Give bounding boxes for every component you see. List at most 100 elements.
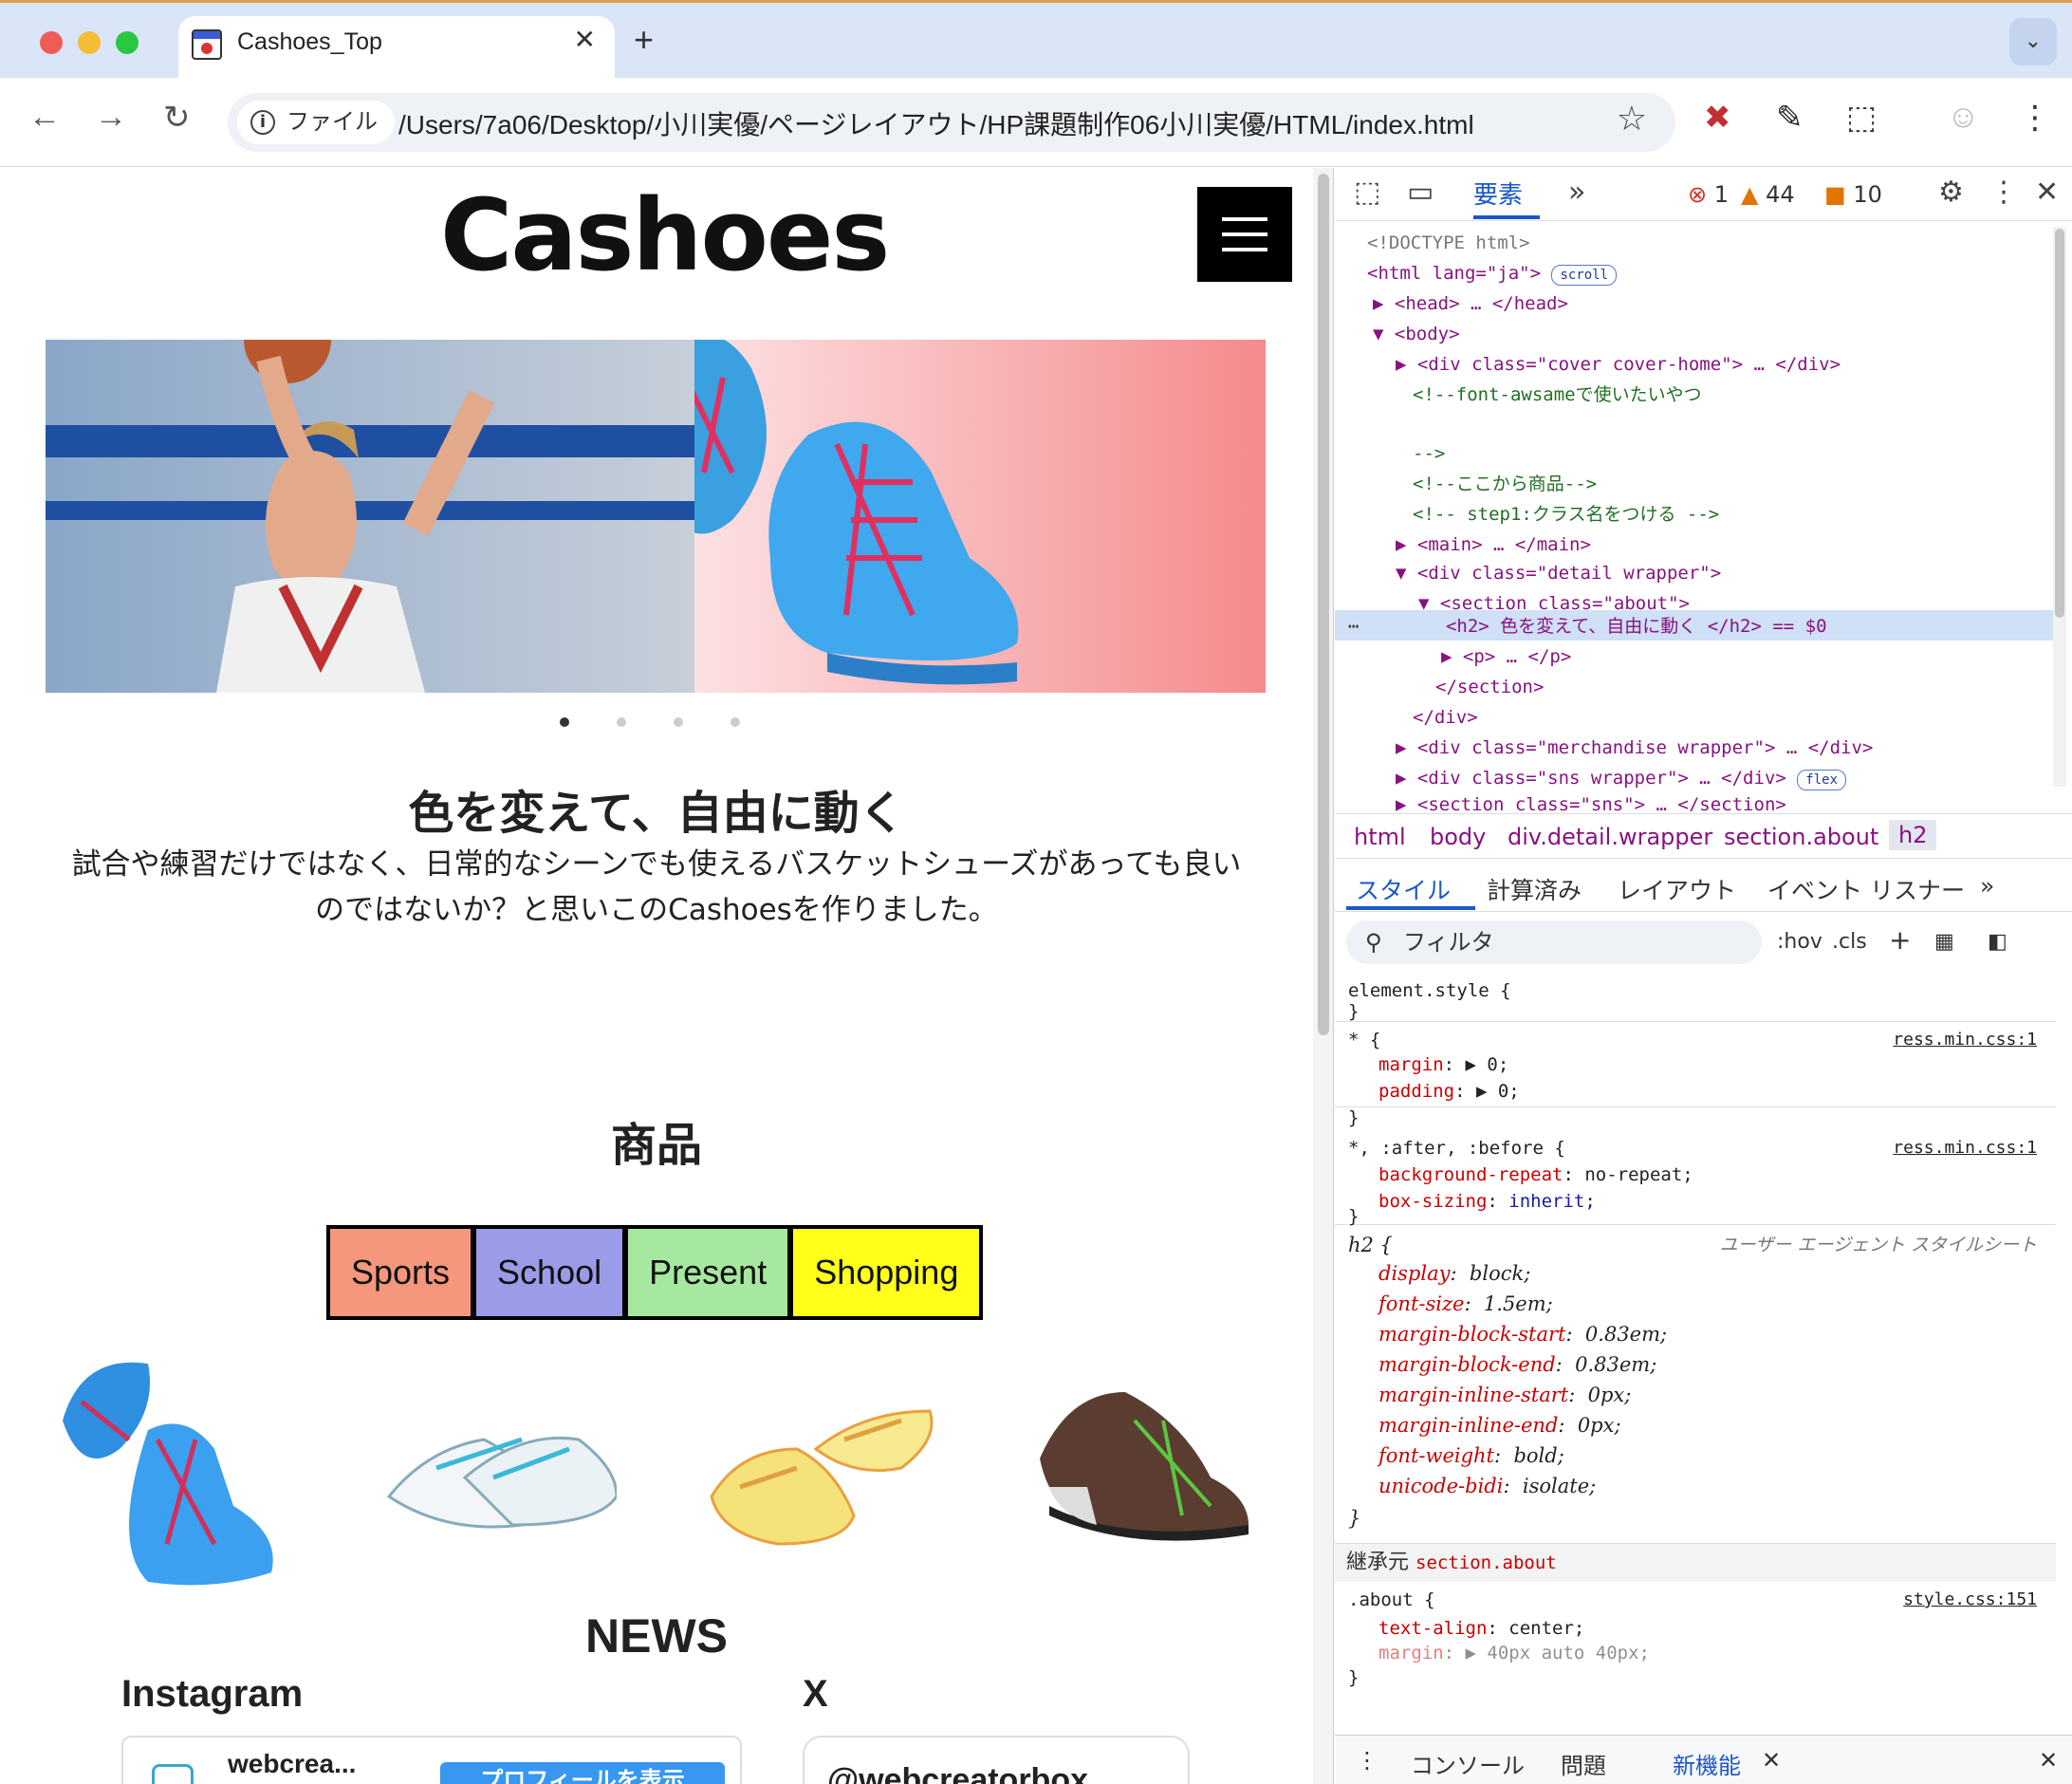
inspect-element-icon[interactable]: ⬚ (1354, 176, 1380, 209)
toggle-sidebar-icon[interactable]: ◧ (1988, 930, 2007, 954)
hamburger-menu-button[interactable] (1197, 187, 1292, 282)
dom-node[interactable]: ▶ <section class="sns"> … </section> (1396, 790, 1786, 811)
dom-comment[interactable]: <!--font-awsameで使いたいやつ (1413, 381, 1702, 409)
scroll-badge[interactable]: scroll (1551, 265, 1618, 286)
x-embed-card[interactable]: @webcreatorbox (803, 1736, 1190, 1784)
tab-layout[interactable]: レイアウト (1618, 872, 1736, 906)
stylesheet-link[interactable]: ress.min.css:1 (1893, 1136, 2037, 1161)
address-bar[interactable]: i ファイル /Users/7a06/Desktop/小川実優/ページレイアウト… (228, 93, 1675, 152)
issues-count-badge[interactable]: ■ 10 (1824, 181, 1882, 208)
dom-comment[interactable]: --> (1413, 439, 1445, 468)
instagram-embed-card[interactable]: webcrea... プロフィールを表示 (121, 1736, 742, 1784)
dom-node[interactable]: </section> (1435, 673, 1544, 701)
close-devtools-icon[interactable]: ✕ (2035, 176, 2059, 209)
close-drawer-icon[interactable]: ✕ (2039, 1747, 2058, 1774)
flex-badge[interactable]: flex (1797, 770, 1846, 790)
yellow-shoe-image[interactable] (702, 1345, 939, 1591)
device-toolbar-icon[interactable]: ▭ (1407, 176, 1434, 209)
tab-styles[interactable]: スタイル (1356, 872, 1451, 906)
tab-computed[interactable]: 計算済み (1487, 872, 1582, 906)
window-close-button[interactable] (40, 31, 63, 54)
stylesheet-link[interactable]: style.css:151 (1903, 1588, 2037, 1612)
paint-format-icon[interactable]: ▦ (1934, 930, 1954, 954)
styles-filter-input[interactable]: ⚲ フィルタ (1346, 920, 1762, 964)
breadcrumb-item[interactable]: div.detail.wrapper (1508, 824, 1712, 850)
stylesheet-link[interactable]: ress.min.css:1 (1893, 1028, 2037, 1052)
window-minimize-button[interactable] (78, 31, 101, 54)
url-text[interactable]: /Users/7a06/Desktop/小川実優/ページレイアウト/HP課題制作… (398, 104, 1474, 142)
extension-puzzle-colored-icon[interactable]: ✖ (1704, 99, 1731, 137)
slider-dot[interactable] (560, 717, 569, 727)
dom-tree[interactable]: <!DOCTYPE html> <html lang="ja"> scroll … (1335, 223, 2056, 811)
browser-toolbar: ← → ↻ i ファイル /Users/7a06/Desktop/小川実優/ペー… (0, 78, 2072, 167)
breadcrumb-item[interactable]: body (1430, 824, 1486, 850)
tab-search-chevron-icon[interactable]: ⌄ (2009, 18, 2057, 65)
dom-node[interactable]: ▶ <head> … </head> (1373, 289, 1568, 318)
brown-shoe-image[interactable] (1030, 1345, 1267, 1591)
reload-icon[interactable]: ↻ (163, 99, 191, 137)
new-tab-button[interactable]: + (634, 20, 654, 60)
breadcrumb-item-current[interactable]: h2 (1889, 820, 1937, 850)
category-present-button[interactable]: Present (628, 1229, 794, 1316)
drawer-tab-console[interactable]: コンソール (1411, 1747, 1525, 1780)
bookmark-star-icon[interactable]: ☆ (1617, 99, 1647, 139)
drawer-menu-icon[interactable]: ⋮ (1356, 1747, 1378, 1774)
dom-node-selected[interactable]: ⋯ <h2> 色を変えて、自由に動く </h2> == $0 (1348, 612, 1827, 641)
dom-comment[interactable]: <!-- step1:クラス名をつける --> (1413, 500, 1719, 529)
new-rule-plus-icon[interactable]: + (1889, 924, 1911, 956)
tab-event-listeners[interactable]: イベント リスナー (1767, 872, 1965, 906)
chip-label: ファイル (287, 109, 378, 135)
dom-comment[interactable]: <!--ここから商品--> (1413, 470, 1597, 498)
dom-node[interactable]: ▶ <p> … </p> (1441, 642, 1571, 671)
category-sports-button[interactable]: Sports (330, 1229, 477, 1316)
warning-count-badge[interactable]: ▲ 44 (1741, 181, 1795, 208)
white-shoe-image[interactable] (379, 1345, 619, 1591)
forward-arrow-icon[interactable]: → (95, 99, 127, 136)
slider-dot[interactable] (674, 717, 683, 727)
instagram-avatar-icon (152, 1764, 194, 1784)
window-maximize-button[interactable] (116, 31, 139, 54)
profile-icon[interactable]: ☺ (1947, 99, 1980, 136)
site-info-chip[interactable]: i ファイル (237, 101, 395, 144)
extensions-icon[interactable]: ⬚ (1846, 99, 1877, 137)
dom-node[interactable]: ▶ <div class="sns wrapper"> … </div> fle… (1396, 764, 1846, 792)
slider-dot[interactable] (731, 717, 740, 727)
category-shopping-button[interactable]: Shopping (793, 1229, 980, 1316)
browser-tab[interactable]: Cashoes_Top ✕ (178, 16, 615, 81)
styles-filter-row: ⚲ フィルタ :hov .cls + ▦ ◧ (1335, 913, 2072, 972)
about-heading: 色を変えて、自由に動く (408, 787, 905, 840)
breadcrumb-item[interactable]: section.about (1724, 824, 1878, 850)
dom-node[interactable]: ▶ <div class="cover cover-home"> … </div… (1396, 350, 1841, 379)
more-subtabs-chevron-icon[interactable]: » (1980, 872, 1994, 900)
info-icon: i (250, 110, 275, 135)
drawer-tab-issues[interactable]: 問題 (1561, 1747, 1606, 1780)
category-school-button[interactable]: School (476, 1229, 629, 1316)
devtools-menu-icon[interactable]: ⋮ (1989, 176, 2018, 209)
dom-node[interactable]: ▼ <div class="detail wrapper"> (1396, 559, 1721, 587)
dom-node[interactable]: ▶ <main> … </main> (1396, 530, 1591, 559)
tab-close-icon[interactable]: ✕ (574, 24, 596, 55)
error-count-badge[interactable]: ⊗ 1 (1688, 181, 1729, 208)
view-profile-button[interactable]: プロフィールを表示 (440, 1762, 725, 1784)
dom-node[interactable]: <!DOCTYPE html> (1367, 229, 1530, 257)
dom-scrollbar[interactable] (2053, 227, 2066, 787)
eyedropper-icon[interactable]: ✎ (1776, 99, 1804, 137)
site-logo[interactable]: Cashoes (440, 177, 890, 293)
dom-node[interactable]: ▼ <body> (1373, 320, 1460, 348)
blue-shoe-image[interactable] (53, 1345, 290, 1591)
back-arrow-icon[interactable]: ← (28, 99, 61, 136)
tab-elements[interactable]: 要素 (1473, 176, 1523, 211)
close-tab-icon[interactable]: ✕ (1762, 1747, 1781, 1774)
cls-toggle[interactable]: .cls (1832, 930, 1867, 954)
dom-node[interactable]: ▶ <div class="merchandise wrapper"> … </… (1396, 734, 1873, 762)
page-scrollbar[interactable] (1313, 168, 1334, 1784)
drawer-tab-whats-new[interactable]: 新機能 (1673, 1747, 1741, 1780)
dom-node[interactable]: <html lang="ja"> scroll (1367, 259, 1618, 288)
hov-toggle[interactable]: :hov (1777, 930, 1822, 954)
more-tabs-chevron-icon[interactable]: » (1568, 176, 1585, 209)
breadcrumb-item[interactable]: html (1354, 824, 1406, 850)
dom-node[interactable]: </div> (1413, 703, 1478, 732)
browser-menu-icon[interactable]: ⋮ (2019, 99, 2051, 137)
slider-dot[interactable] (617, 717, 626, 727)
settings-gear-icon[interactable]: ⚙ (1938, 176, 1964, 209)
